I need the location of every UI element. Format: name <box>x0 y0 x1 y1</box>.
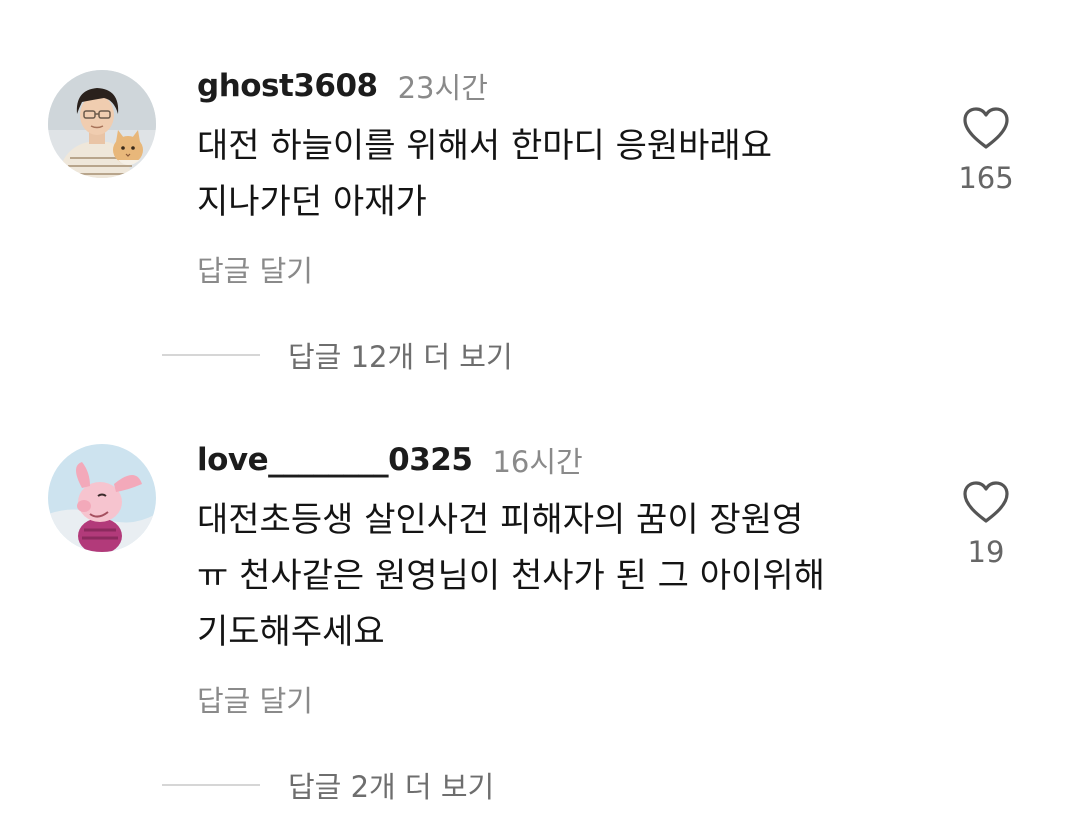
heart-outline-icon <box>963 481 1009 523</box>
like-button[interactable]: 165 <box>946 105 1026 195</box>
portrait-with-cat-avatar-icon <box>48 70 156 178</box>
comment-body: ghost3608 23시간 대전 하늘이를 위해서 한마디 응원바래요 지나가… <box>197 60 917 290</box>
comment-text-line: 지나가던 아재가 <box>197 182 427 222</box>
like-count: 165 <box>958 161 1014 195</box>
heart-outline-icon <box>963 107 1009 149</box>
divider-line <box>162 784 260 786</box>
piglet-cartoon-avatar-icon <box>48 444 156 552</box>
like-count: 19 <box>967 535 1005 569</box>
comment-text-line: 대전 하늘이를 위해서 한마디 응원바래요 <box>197 126 772 166</box>
comment-body: love________0325 16시간 대전초등생 살인사건 피해자의 꿈이… <box>197 434 917 720</box>
comment-text-line: 대전초등생 살인사건 피해자의 꿈이 장원영 <box>197 500 804 540</box>
comment-meta: love________0325 16시간 <box>197 434 917 486</box>
avatar[interactable] <box>48 70 156 178</box>
comment-timestamp: 16시간 <box>492 445 583 479</box>
view-more-replies-label: 답글 12개 더 보기 <box>288 340 513 374</box>
comment-meta: ghost3608 23시간 <box>197 60 917 112</box>
comment-username[interactable]: ghost3608 <box>197 68 378 104</box>
reply-button[interactable]: 답글 달기 <box>197 248 313 290</box>
view-more-replies-button[interactable]: 답글 2개 더 보기 <box>162 764 494 806</box>
view-more-replies-label: 답글 2개 더 보기 <box>288 770 495 804</box>
comment-username[interactable]: love________0325 <box>197 442 473 478</box>
comment-text: 대전초등생 살인사건 피해자의 꿈이 장원영 ㅠ 천사같은 원영님이 천사가 된… <box>197 492 917 660</box>
comment-text-line: ㅠ 천사같은 원영님이 천사가 된 그 아이위해 <box>197 556 825 596</box>
avatar[interactable] <box>48 444 156 552</box>
like-button[interactable]: 19 <box>946 479 1026 569</box>
view-more-replies-button[interactable]: 답글 12개 더 보기 <box>162 334 513 376</box>
comment-text: 대전 하늘이를 위해서 한마디 응원바래요 지나가던 아재가 <box>197 118 917 230</box>
reply-button[interactable]: 답글 달기 <box>197 678 313 720</box>
comment-text-line: 기도해주세요 <box>197 612 385 652</box>
divider-line <box>162 354 260 356</box>
comment-timestamp: 23시간 <box>397 71 488 105</box>
